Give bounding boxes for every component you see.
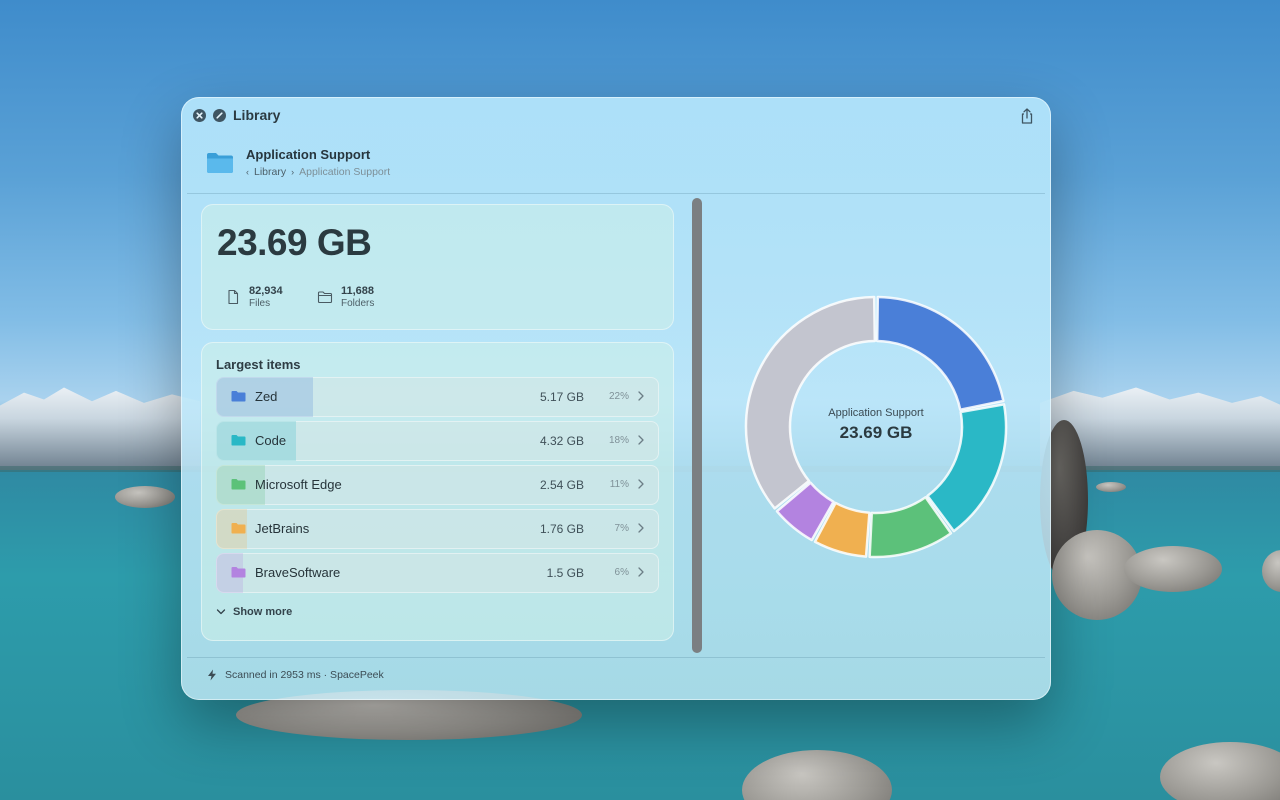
scrollbar[interactable] (692, 198, 702, 653)
item-name: Code (255, 433, 287, 448)
folder-outline-icon (317, 291, 333, 304)
chevron-right-icon (638, 391, 644, 401)
mountains-left (0, 387, 200, 470)
item-percent: 7% (614, 523, 629, 534)
chevron-right-icon (638, 479, 644, 489)
item-name: Zed (255, 389, 278, 404)
list-item[interactable]: JetBrains 1.76 GB 7% (216, 509, 659, 549)
item-size: 2.54 GB (539, 478, 584, 492)
file-icon (228, 289, 239, 305)
chart-center-label: Application Support (828, 407, 924, 419)
close-icon[interactable] (193, 109, 206, 122)
window-title: Library (233, 107, 281, 123)
summary-card: 23.69 GB 82,934 Files 11,688 Folders (201, 204, 674, 330)
chevron-right-icon (638, 523, 644, 533)
rock (1096, 482, 1126, 492)
folder-icon (231, 435, 246, 446)
breadcrumb: ‹ Library › Application Support (246, 166, 390, 178)
section-title: Largest items (216, 357, 301, 372)
item-size: 1.5 GB (546, 566, 584, 580)
item-percent: 22% (608, 391, 629, 402)
chevron-down-icon (216, 609, 226, 615)
item-percent: 11% (609, 479, 629, 490)
divider (187, 193, 1045, 194)
share-icon[interactable] (1017, 106, 1037, 126)
chevron-right-icon (638, 567, 644, 577)
list-item[interactable]: Zed 5.17 GB 22% (216, 377, 659, 417)
rock (1262, 550, 1280, 592)
chevron-right-icon (638, 435, 644, 445)
item-name: Microsoft Edge (255, 477, 342, 492)
folder-icon (231, 523, 246, 534)
back-chevron-icon[interactable]: ‹ (246, 167, 249, 177)
block-icon[interactable] (213, 109, 226, 122)
files-count: 82,934 (249, 284, 283, 297)
item-size: 4.32 GB (539, 434, 584, 448)
status-footer: Scanned in 2953 ms · SpacePeek (207, 669, 384, 681)
list-item[interactable]: BraveSoftware 1.5 GB 6% (216, 553, 659, 593)
folder-header: Application Support ‹ Library › Applicat… (181, 135, 1051, 193)
folder-icon (231, 391, 246, 402)
files-label: Files (249, 297, 271, 309)
breadcrumb-parent[interactable]: Library (254, 166, 286, 178)
divider (187, 657, 1045, 658)
rock (115, 486, 175, 508)
list-item[interactable]: Microsoft Edge 2.54 GB 11% (216, 465, 659, 505)
chart-center-value: 23.69 GB (839, 423, 913, 442)
chart-segment-zed[interactable] (875, 295, 1005, 411)
folders-label: Folders (341, 297, 375, 309)
item-percent: 18% (608, 435, 629, 446)
item-size: 5.17 GB (539, 390, 584, 404)
largest-items-card: Largest items Zed 5.17 GB 22% Code 4.32 GB 18… (201, 342, 674, 641)
scan-status: Scanned in 2953 ms · SpacePeek (225, 669, 384, 681)
folder-icon (231, 479, 246, 490)
chart-segment-other[interactable] (744, 295, 877, 510)
breadcrumb-current: Application Support (299, 166, 391, 178)
item-percent: 6% (614, 567, 629, 578)
files-stat: 82,934 Files (225, 280, 283, 314)
show-more-label: Show more (233, 606, 293, 618)
folder-icon (207, 153, 233, 173)
breadcrumb-separator-icon: › (291, 167, 295, 177)
item-name: JetBrains (255, 521, 310, 536)
bolt-icon (208, 669, 216, 681)
titlebar: Library (181, 97, 1051, 135)
folder-icon (231, 567, 246, 578)
rock (742, 750, 892, 800)
item-name: BraveSoftware (255, 565, 341, 580)
rock (1124, 546, 1222, 592)
folders-stat: 11,688 Folders (317, 280, 374, 314)
rock (1160, 742, 1280, 800)
total-size: 23.69 GB (217, 222, 372, 263)
page-title: Application Support (246, 147, 371, 162)
item-size: 1.76 GB (539, 522, 584, 536)
list-item[interactable]: Code 4.32 GB 18% (216, 421, 659, 461)
app-window: Library Application Support ‹ Library › … (181, 97, 1051, 700)
folders-count: 11,688 (341, 284, 375, 297)
show-more-button[interactable]: Show more (216, 606, 292, 618)
